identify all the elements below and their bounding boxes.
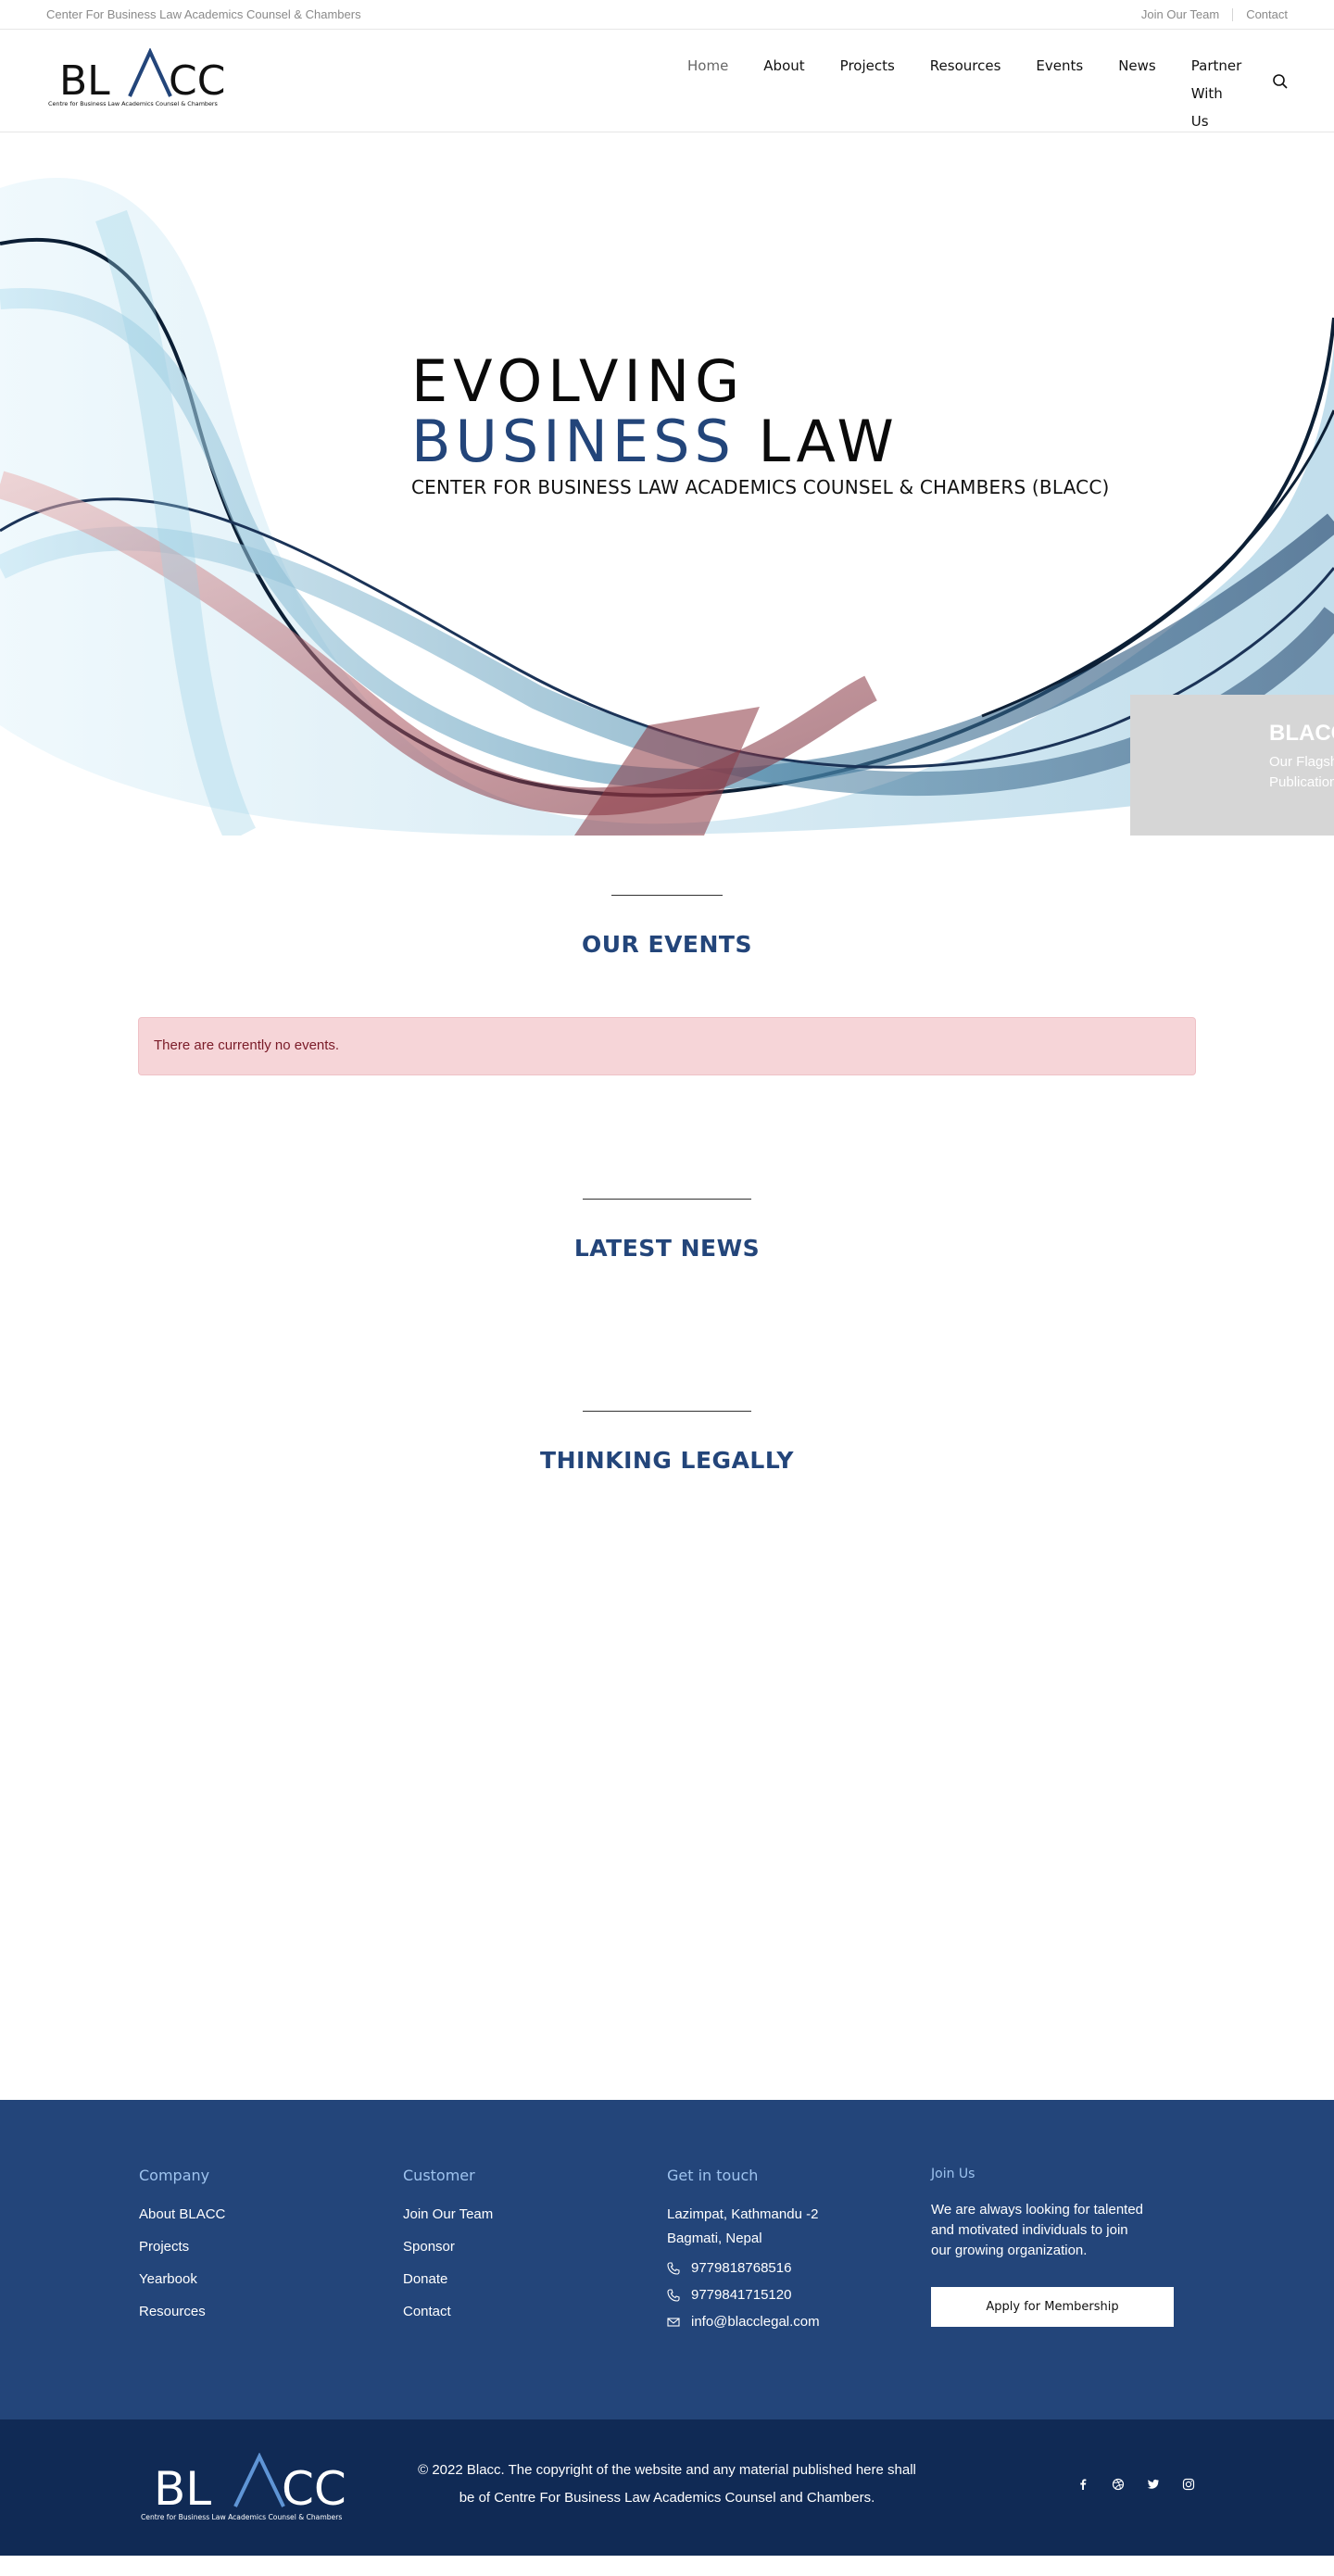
no-events-alert: There are currently no events. [138,1017,1196,1075]
footer-link-sponsor[interactable]: Sponsor [403,2239,667,2255]
section-divider [583,1199,751,1200]
footer-logo-wordmark-left: BL [154,2462,211,2516]
card-line1: Our Flagship [1269,754,1334,770]
nav-about[interactable]: About [763,52,804,135]
hero-heading-line2: BUSINESS LAW [411,411,1110,472]
footer-contact-column: Get in touch Lazimpat, Kathmandu -2 Bagm… [667,2167,931,2419]
address-line1: Lazimpat, Kathmandu -2 [667,2206,819,2222]
phone-contact-1[interactable]: 9779818768516 [667,2260,931,2276]
hero-heading-blue: BUSINESS [411,408,736,475]
hero-text: EVOLVING BUSINESS LAW CENTER FOR BUSINES… [411,347,1110,499]
copyright-notice: © 2022 Blacc. The copyright of the websi… [408,2457,926,2512]
news-section: LATEST NEWS [0,1075,1334,1262]
flagship-publication-card[interactable]: BLACC Our Flagship Publication [1130,695,1334,836]
org-name: Center For Business Law Academics Counse… [46,7,361,21]
footer-logo-wordmark-right: CC [282,2462,346,2516]
footer-link-contact[interactable]: Contact [403,2304,667,2319]
footer-join-heading: Join Us [931,2167,975,2181]
copyright-line1: © 2022 Blacc. The copyright of the websi… [418,2462,916,2478]
join-our-team-link[interactable]: Join Our Team [1141,7,1219,21]
mail-icon [667,2316,680,2329]
card-line2: Publication [1269,774,1334,790]
footer-company-column: Company About BLACC Projects Yearbook Re… [139,2167,403,2419]
search-icon[interactable] [1271,72,1290,91]
footer-blacc-logo[interactable]: BL CC Centre for Business Law Academics … [139,2452,384,2525]
divider [1232,7,1234,21]
instagram-icon[interactable] [1180,2476,1197,2493]
email-contact[interactable]: info@blacclegal.com [667,2314,931,2330]
main-nav: Home About Projects Resources Events New… [687,52,1243,135]
site-header: BL CC Centre for Business Law Academics … [0,30,1334,132]
logo-wordmark-left: BL [59,57,110,105]
blacc-logo[interactable]: BL CC Centre for Business Law Academics … [46,47,255,113]
thinking-legally-section: THINKING LEGALLY [0,1262,1334,2100]
footer-logo-tagline: Centre for Business Law Academics Counse… [141,2513,342,2521]
footer-link-join-our-team[interactable]: Join Our Team [403,2206,667,2222]
logo-tagline: Centre for Business Law Academics Counse… [48,100,219,107]
empty-content-area [0,1474,1334,2100]
footer-company-heading: Company [139,2167,210,2184]
footer-bottom-bar: BL CC Centre for Business Law Academics … [0,2419,1334,2556]
top-bar: Center For Business Law Academics Counse… [0,0,1334,30]
hero-heading-line1: EVOLVING [411,347,746,415]
email-address: info@blacclegal.com [691,2314,820,2330]
card-title: BLACC [1269,721,1334,746]
copyright-line2: be of Centre For Business Law Academics … [459,2490,875,2506]
top-links: Join Our Team Contact [1141,7,1288,21]
logo-wordmark-right: CC [169,57,225,105]
facebook-icon[interactable] [1075,2476,1091,2493]
join-description: We are always looking for talented and m… [931,2202,1144,2258]
footer-touch-heading: Get in touch [667,2167,759,2184]
footer-link-about-blacc[interactable]: About BLACC [139,2206,403,2222]
phone-1: 9779818768516 [691,2260,792,2276]
phone-2: 9779841715120 [691,2287,792,2303]
hero-heading-dark: LAW [758,408,899,475]
thinking-legally-title: THINKING LEGALLY [540,1447,794,1474]
phone-icon [667,2261,680,2275]
nav-events[interactable]: Events [1036,52,1083,135]
nav-resources[interactable]: Resources [930,52,1001,135]
phone-icon [667,2288,680,2302]
footer-customer-heading: Customer [403,2167,475,2184]
section-divider [583,1411,751,1412]
phone-contact-2[interactable]: 9779841715120 [667,2287,931,2303]
events-title: OUR EVENTS [582,931,752,958]
footer-join-column: Join Us We are always looking for talent… [931,2167,1195,2419]
footer-link-projects[interactable]: Projects [139,2239,403,2255]
footer-address: Lazimpat, Kathmandu -2 Bagmati, Nepal [667,2203,931,2251]
nav-news[interactable]: News [1118,52,1156,135]
events-section: OUR EVENTS There are currently no events… [0,836,1334,1075]
footer: Company About BLACC Projects Yearbook Re… [0,2100,1334,2419]
apply-for-membership-button[interactable]: Apply for Membership [931,2287,1174,2327]
contact-link[interactable]: Contact [1246,7,1288,21]
nav-home[interactable]: Home [687,52,728,135]
section-divider [611,895,723,896]
footer-link-yearbook[interactable]: Yearbook [139,2271,403,2287]
social-links [1075,2476,1215,2493]
hero-subtitle: CENTER FOR BUSINESS LAW ACADEMICS COUNSE… [411,476,1110,498]
footer-link-resources[interactable]: Resources [139,2304,403,2319]
news-title: LATEST NEWS [573,1235,761,1262]
footer-link-donate[interactable]: Donate [403,2271,667,2287]
nav-partner-with-us[interactable]: Partner With Us [1191,52,1243,135]
footer-customer-column: Customer Join Our Team Sponsor Donate Co… [403,2167,667,2419]
address-line2: Bagmati, Nepal [667,2230,762,2246]
nav-projects[interactable]: Projects [840,52,895,135]
dribbble-icon[interactable] [1110,2476,1126,2493]
hero-banner: EVOLVING BUSINESS LAW CENTER FOR BUSINES… [0,132,1334,836]
twitter-icon[interactable] [1145,2476,1162,2493]
